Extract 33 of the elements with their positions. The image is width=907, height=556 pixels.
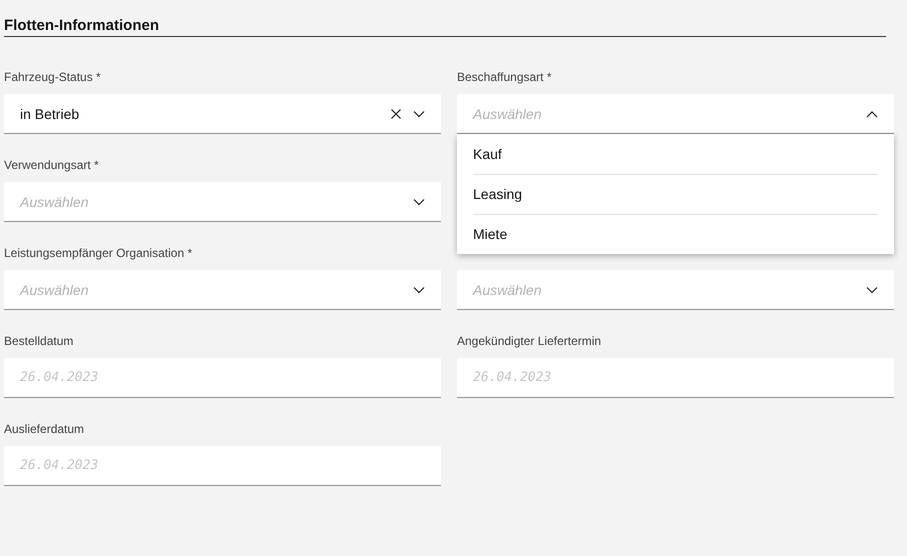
date-field[interactable]: 26.04.2023	[4, 358, 441, 398]
field-placeholder: Auswählen	[473, 282, 542, 298]
dropdown-field[interactable]: Auswählen	[457, 270, 894, 310]
field-placeholder: Auswählen	[473, 106, 542, 122]
field-label: Auslieferdatum	[4, 421, 84, 437]
dropdown-field[interactable]: Auswählen	[4, 182, 441, 222]
date-field[interactable]: 26.04.2023	[457, 358, 894, 398]
dropdown-field[interactable]: in Betrieb	[4, 94, 441, 134]
chevron-up-icon[interactable]	[866, 110, 878, 118]
menu-option[interactable]: Miete	[457, 214, 894, 254]
field-placeholder: 26.04.2023	[473, 370, 552, 385]
dropdown-field[interactable]: Auswählen	[457, 94, 894, 134]
field-label: Angekündigter Liefertermin	[457, 333, 602, 349]
chevron-down-icon[interactable]	[413, 198, 425, 206]
clear-icon[interactable]	[390, 108, 402, 120]
field-placeholder: Auswählen	[20, 194, 90, 210]
field-label: Beschaffungsart *	[457, 69, 552, 85]
menu-option[interactable]: Leasing	[457, 174, 894, 214]
field-label: Bestelldatum	[4, 333, 74, 349]
field-placeholder: Auswählen	[20, 282, 90, 298]
field-label: Fahrzeug-Status *	[4, 69, 101, 85]
dropdown-field[interactable]: Auswählen	[4, 270, 441, 310]
field-value: in Betrieb	[20, 106, 80, 122]
chevron-down-icon[interactable]	[413, 110, 425, 118]
chevron-down-icon[interactable]	[866, 286, 878, 294]
section-title: Flotten-Informationen	[4, 17, 159, 35]
field-label: Leistungsempfänger Organisation *	[4, 245, 192, 261]
field-placeholder: 26.04.2023	[20, 458, 100, 473]
date-field[interactable]: 26.04.2023	[4, 446, 441, 486]
field-placeholder: 26.04.2023	[20, 370, 100, 385]
chevron-down-icon[interactable]	[413, 286, 425, 294]
menu-option[interactable]: Kauf	[457, 134, 894, 174]
field-label: Verwendungsart *	[4, 157, 99, 173]
